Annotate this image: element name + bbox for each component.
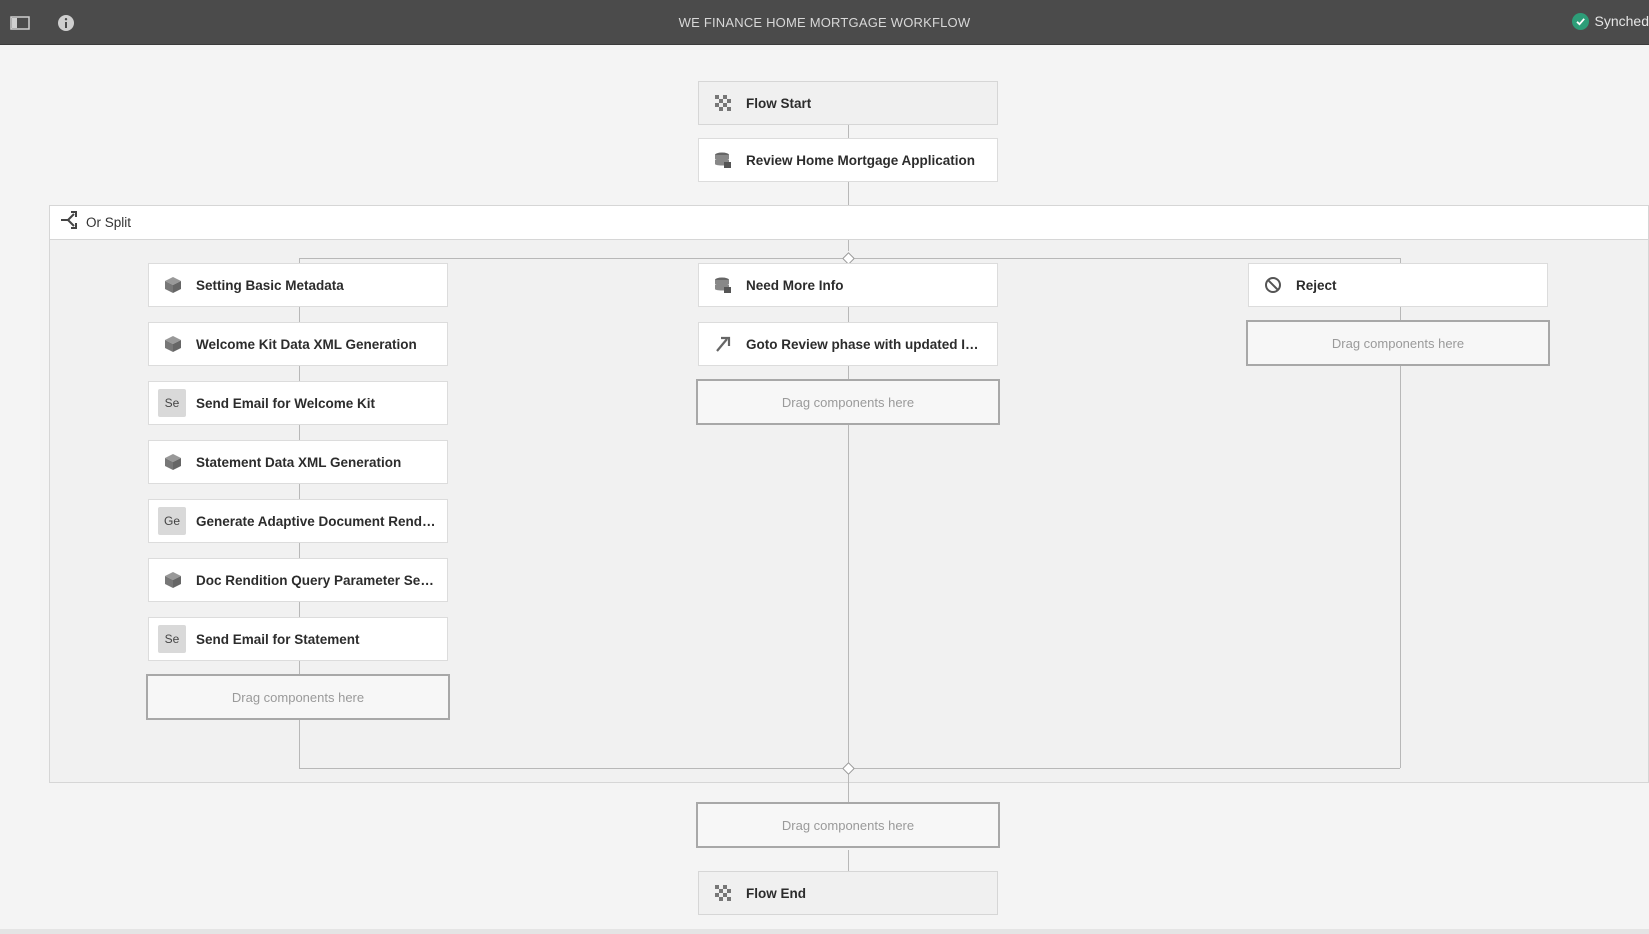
sync-status-label: Synched [1594,13,1649,29]
top-bar: WE FINANCE HOME MORTGAGE WORKFLOW Synche… [0,0,1649,45]
block-icon [1263,275,1283,295]
goto-review-node[interactable]: Goto Review phase with updated Infor... [698,322,998,366]
reject-node[interactable]: Reject [1248,263,1548,307]
drop-zone-branch3[interactable]: Drag components here [1246,320,1550,366]
node-label: Welcome Kit Data XML Generation [196,336,417,352]
split-icon [60,211,78,234]
database-icon [713,150,733,170]
flow-start-node[interactable]: Flow Start [698,81,998,125]
send-email-welcome-kit-node[interactable]: Se Send Email for Welcome Kit [148,381,448,425]
doc-rendition-query-node[interactable]: Doc Rendition Query Parameter Settin... [148,558,448,602]
drop-zone-main[interactable]: Drag components here [696,802,1000,848]
connector-line [848,182,849,205]
node-label: Flow End [746,885,806,901]
statement-xml-node[interactable]: Statement Data XML Generation [148,440,448,484]
workflow-canvas: Or Split Flow Start Review Home Mortgage… [0,46,1649,930]
node-label: Reject [1296,277,1337,293]
connector-line [848,240,849,251]
step-abbrev-badge: Ge [158,507,186,535]
connector-line [848,124,849,138]
sync-status: Synched [1571,10,1649,32]
step-abbrev-badge: Se [158,625,186,653]
goto-arrow-icon [713,334,733,354]
database-icon [713,275,733,295]
package-icon [163,334,183,354]
node-label: Flow Start [746,95,812,111]
drop-zone-branch2[interactable]: Drag components here [696,379,1000,425]
node-label: Setting Basic Metadata [196,277,344,293]
node-label: Need More Info [746,277,844,293]
package-icon [163,570,183,590]
node-label: Send Email for Statement [196,631,360,647]
or-split-header[interactable]: Or Split [49,205,1649,240]
generate-adaptive-document-node[interactable]: Ge Generate Adaptive Document Renditio..… [148,499,448,543]
node-label: Review Home Mortgage Application [746,152,976,168]
node-label: Generate Adaptive Document Renditio... [196,513,436,529]
node-label: Statement Data XML Generation [196,454,402,470]
connector-line [299,730,300,768]
setting-basic-metadata-node[interactable]: Setting Basic Metadata [148,263,448,307]
step-abbrev-badge: Se [158,389,186,417]
send-email-statement-node[interactable]: Se Send Email for Statement [148,617,448,661]
workflow-title: WE FINANCE HOME MORTGAGE WORKFLOW [678,15,971,30]
drop-zone-branch1[interactable]: Drag components here [146,674,450,720]
package-icon [163,452,183,472]
need-more-info-node[interactable]: Need More Info [698,263,998,307]
package-icon [163,275,183,295]
bottom-scroll-strip[interactable] [0,929,1649,934]
node-label: Doc Rendition Query Parameter Settin... [196,572,436,588]
node-label: Goto Review phase with updated Infor... [746,336,986,352]
flow-end-node[interactable]: Flow End [698,871,998,915]
node-label: Send Email for Welcome Kit [196,395,376,411]
checkered-flag-icon [713,883,733,903]
checkered-flag-icon [713,93,733,113]
review-application-node[interactable]: Review Home Mortgage Application [698,138,998,182]
connector-line [1400,730,1401,768]
welcome-kit-xml-node[interactable]: Welcome Kit Data XML Generation [148,322,448,366]
check-icon [1571,12,1589,30]
or-split-label: Or Split [86,215,132,230]
